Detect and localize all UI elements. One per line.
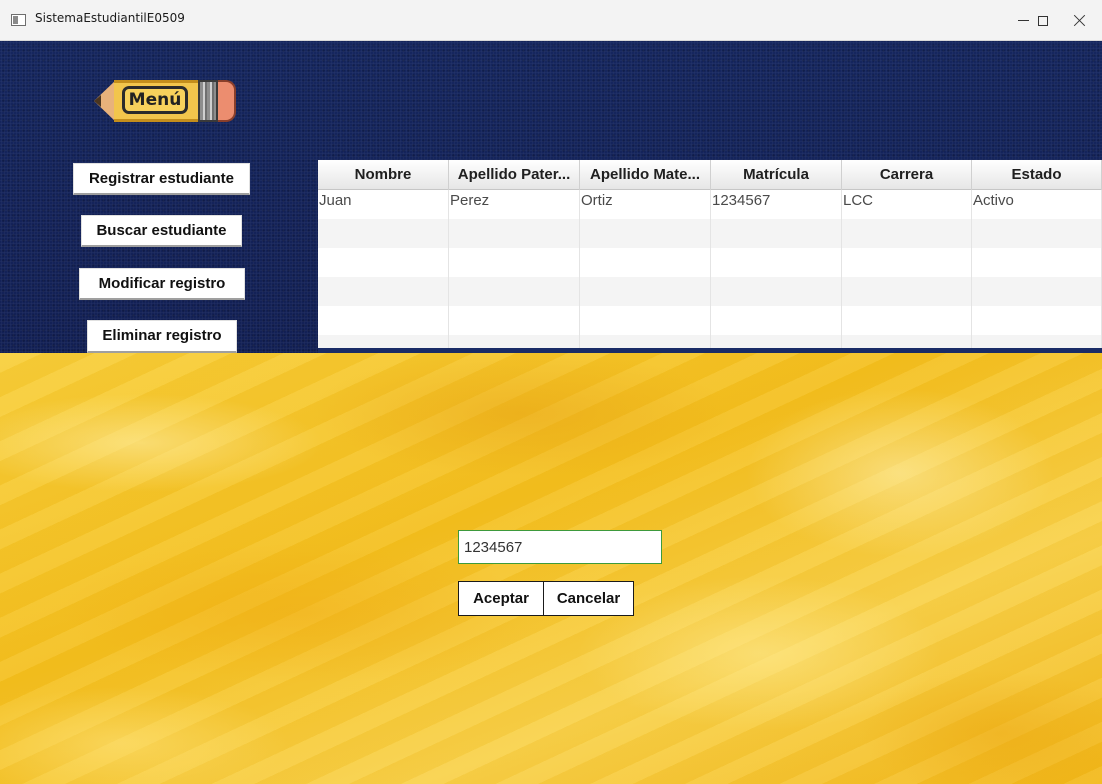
- empty-cell: [711, 248, 842, 277]
- window-title: SistemaEstudiantilE0509: [35, 11, 185, 25]
- empty-cell: [711, 335, 842, 348]
- empty-cell: [972, 219, 1102, 248]
- search-student-button[interactable]: Buscar estudiante: [81, 215, 242, 247]
- title-bar: SistemaEstudiantilE0509: [0, 0, 1102, 41]
- empty-cell: [842, 219, 972, 248]
- empty-cell: [318, 335, 449, 348]
- empty-cell: [711, 277, 842, 306]
- empty-cell: [972, 335, 1102, 348]
- empty-cell: [318, 306, 449, 335]
- empty-cell: [580, 219, 711, 248]
- accept-button[interactable]: Aceptar: [458, 581, 544, 616]
- cell-apellido-paterno: Perez: [449, 190, 580, 219]
- column-header-estado[interactable]: Estado: [972, 160, 1102, 190]
- cell-carrera: LCC: [842, 190, 972, 219]
- cell-estado: Activo: [972, 190, 1102, 219]
- app-window: SistemaEstudiantilE0509 Menú Registrar e…: [0, 0, 1102, 784]
- empty-cell: [318, 277, 449, 306]
- empty-cell: [972, 277, 1102, 306]
- pencil-lead-icon: [94, 95, 101, 107]
- app-icon: [11, 14, 26, 26]
- column-header-matricula[interactable]: Matrícula: [711, 160, 842, 190]
- menu-pencil-logo: Menú: [94, 80, 236, 122]
- empty-cell: [318, 219, 449, 248]
- pencil-eraser-icon: [218, 80, 236, 122]
- table-row-empty[interactable]: [318, 248, 1102, 277]
- table-bottom-edge: [318, 348, 1102, 353]
- empty-cell: [842, 306, 972, 335]
- empty-cell: [449, 248, 580, 277]
- modify-record-button[interactable]: Modificar registro: [79, 268, 245, 300]
- cell-apellido-materno: Ortiz: [580, 190, 711, 219]
- empty-cell: [711, 219, 842, 248]
- pencil-body: Menú: [114, 80, 198, 122]
- empty-cell: [449, 277, 580, 306]
- table-row[interactable]: Juan Perez Ortiz 1234567 LCC Activo: [318, 190, 1102, 219]
- empty-cell: [972, 248, 1102, 277]
- empty-cell: [972, 306, 1102, 335]
- matricula-input[interactable]: [458, 530, 662, 564]
- menu-title: Menú: [122, 86, 188, 114]
- empty-cell: [580, 248, 711, 277]
- column-header-carrera[interactable]: Carrera: [842, 160, 972, 190]
- empty-cell: [318, 248, 449, 277]
- register-student-button[interactable]: Registrar estudiante: [73, 163, 250, 195]
- column-header-apellido-paterno[interactable]: Apellido Pater...: [449, 160, 580, 190]
- table-row-empty[interactable]: [318, 335, 1102, 348]
- close-icon: [1073, 14, 1086, 27]
- empty-cell: [842, 248, 972, 277]
- students-table[interactable]: Nombre Apellido Pater... Apellido Mate..…: [318, 160, 1102, 348]
- delete-record-button[interactable]: Eliminar registro: [87, 320, 237, 353]
- empty-cell: [842, 277, 972, 306]
- cell-matricula: 1234567: [711, 190, 842, 219]
- column-header-nombre[interactable]: Nombre: [318, 160, 449, 190]
- table-header: Nombre Apellido Pater... Apellido Mate..…: [318, 160, 1102, 190]
- empty-cell: [449, 306, 580, 335]
- bottom-yellow-panel: [0, 353, 1102, 784]
- pencil-ferrule-icon: [198, 80, 218, 122]
- table-row-empty[interactable]: [318, 219, 1102, 248]
- table-row-empty[interactable]: [318, 306, 1102, 335]
- empty-cell: [580, 306, 711, 335]
- cell-nombre: Juan: [318, 190, 449, 219]
- empty-cell: [580, 335, 711, 348]
- close-button[interactable]: [1056, 0, 1102, 41]
- empty-cell: [580, 277, 711, 306]
- column-header-apellido-materno[interactable]: Apellido Mate...: [580, 160, 711, 190]
- cancel-button[interactable]: Cancelar: [543, 581, 634, 616]
- maximize-icon: [1038, 15, 1048, 26]
- empty-cell: [711, 306, 842, 335]
- empty-cell: [449, 219, 580, 248]
- empty-cell: [842, 335, 972, 348]
- empty-cell: [449, 335, 580, 348]
- table-row-empty[interactable]: [318, 277, 1102, 306]
